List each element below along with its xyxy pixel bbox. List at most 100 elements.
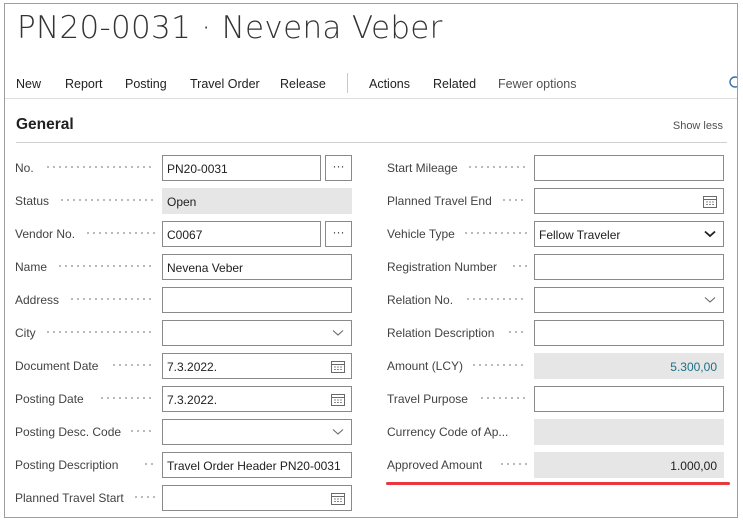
action-divider: [347, 73, 348, 93]
planned-travel-end-input[interactable]: [534, 188, 724, 214]
travel-order-action[interactable]: Travel Order: [190, 77, 260, 91]
label-leader: [463, 232, 527, 234]
field-row-document-date: Document Date 7.3.2022.: [15, 353, 355, 379]
field-label-currency-code: Currency Code of Ap...: [387, 425, 509, 439]
relation-description-input[interactable]: [534, 320, 724, 346]
field-label-city: City: [15, 326, 36, 340]
field-label-planned-travel-end: Planned Travel End: [387, 194, 492, 208]
label-leader: [507, 331, 527, 333]
release-action[interactable]: Release: [280, 77, 326, 91]
document-date-input[interactable]: 7.3.2022.: [162, 353, 352, 379]
address-input[interactable]: [162, 287, 352, 313]
relation-no-select[interactable]: [534, 287, 724, 313]
label-leader: [511, 265, 527, 267]
page-title: PN20-0031 · Nevena Veber: [17, 10, 443, 46]
label-leader: [45, 331, 155, 333]
fewer-options-toggle[interactable]: Fewer options: [498, 77, 577, 91]
field-row-name: Name Nevena Veber: [15, 254, 355, 280]
field-label-name: Name: [15, 260, 48, 274]
calendar-icon[interactable]: [325, 354, 351, 378]
field-row-currency-code: Currency Code of Ap...: [387, 419, 727, 445]
vehicle-type-select[interactable]: Fellow Traveler: [534, 221, 724, 247]
highlight-underline: [386, 482, 730, 485]
field-row-relation-description: Relation Description: [387, 320, 727, 346]
travel-order-card: PN20-0031 · Nevena Veber New Report Post…: [4, 3, 738, 518]
label-leader: [143, 463, 155, 465]
chevron-down-icon[interactable]: [697, 288, 723, 312]
field-row-posting-date: Posting Date 7.3.2022.: [15, 386, 355, 412]
field-label-planned-travel-start: Planned Travel Start: [15, 491, 124, 505]
field-label-document-date: Document Date: [15, 359, 99, 373]
field-row-approved-amount: Approved Amount 1.000,00: [387, 452, 727, 478]
travel-purpose-input[interactable]: [534, 386, 724, 412]
label-leader: [129, 430, 155, 432]
posting-action[interactable]: Posting: [125, 77, 167, 91]
section-title[interactable]: General: [16, 116, 74, 134]
actions-menu[interactable]: Actions: [369, 77, 410, 91]
field-label-vendor-no: Vendor No.: [15, 227, 76, 241]
field-label-registration-number: Registration Number: [387, 260, 498, 274]
field-label-address: Address: [15, 293, 60, 307]
vehicle-type-value: Fellow Traveler: [539, 228, 621, 242]
field-row-city: City: [15, 320, 355, 346]
no-assist-button[interactable]: ···: [325, 155, 352, 181]
show-less-toggle[interactable]: Show less: [673, 120, 723, 132]
calendar-icon[interactable]: [325, 387, 351, 411]
approved-amount-value: 1.000,00: [534, 452, 724, 478]
label-leader: [499, 463, 527, 465]
city-select[interactable]: [162, 320, 352, 346]
field-row-amount-lcy: Amount (LCY) 5.300,00: [387, 353, 727, 379]
field-row-travel-purpose: Travel Purpose: [387, 386, 727, 412]
chevron-down-icon[interactable]: [325, 321, 351, 345]
label-leader: [85, 232, 155, 234]
field-row-planned-travel-end: Planned Travel End: [387, 188, 727, 214]
field-label-no: No.: [15, 161, 34, 175]
label-leader: [471, 364, 527, 366]
field-label-relation-no: Relation No.: [387, 293, 454, 307]
field-row-address: Address: [15, 287, 355, 313]
field-row-status: Status Open: [15, 188, 355, 214]
action-bar: New Report Posting Travel Order Release …: [5, 68, 737, 99]
currency-code-value: [534, 419, 724, 445]
label-leader: [465, 298, 527, 300]
field-row-posting-description: Posting Description Travel Order Header …: [15, 452, 355, 478]
calendar-icon[interactable]: [697, 189, 723, 213]
label-leader: [133, 496, 155, 498]
vendor-no-input[interactable]: C0067: [162, 221, 321, 247]
start-mileage-input[interactable]: [534, 155, 724, 181]
field-row-vendor-no: Vendor No. C0067 ···: [15, 221, 355, 247]
chevron-down-icon[interactable]: [697, 222, 723, 246]
field-label-amount-lcy: Amount (LCY): [387, 359, 464, 373]
label-leader: [467, 166, 527, 168]
field-label-posting-date: Posting Date: [15, 392, 84, 406]
registration-number-input[interactable]: [534, 254, 724, 280]
vendor-no-assist-button[interactable]: ···: [325, 221, 352, 247]
field-label-relation-description: Relation Description: [387, 326, 495, 340]
posting-date-input[interactable]: 7.3.2022.: [162, 386, 352, 412]
report-action[interactable]: Report: [65, 77, 103, 91]
label-leader: [479, 397, 527, 399]
calendar-icon[interactable]: [325, 486, 351, 510]
label-leader: [57, 265, 155, 267]
field-label-vehicle-type: Vehicle Type: [387, 227, 455, 241]
planned-travel-start-input[interactable]: [162, 485, 352, 511]
field-row-vehicle-type: Vehicle Type Fellow Traveler: [387, 221, 727, 247]
amount-lcy-value[interactable]: 5.300,00: [534, 353, 724, 379]
status-value: Open: [162, 188, 352, 214]
related-menu[interactable]: Related: [433, 77, 476, 91]
search-icon[interactable]: [728, 76, 738, 90]
chevron-down-icon[interactable]: [325, 420, 351, 444]
label-leader: [99, 397, 155, 399]
name-input[interactable]: Nevena Veber: [162, 254, 352, 280]
label-leader: [69, 298, 155, 300]
label-leader: [111, 364, 155, 366]
document-date-value: 7.3.2022.: [167, 360, 218, 374]
section-divider: [16, 142, 727, 143]
posting-description-input[interactable]: Travel Order Header PN20-0031: [162, 452, 352, 478]
posting-desc-code-select[interactable]: [162, 419, 352, 445]
field-row-start-mileage: Start Mileage: [387, 155, 727, 181]
new-action[interactable]: New: [16, 77, 41, 91]
field-row-relation-no: Relation No.: [387, 287, 727, 313]
no-input[interactable]: PN20-0031: [162, 155, 321, 181]
label-leader: [45, 166, 155, 168]
